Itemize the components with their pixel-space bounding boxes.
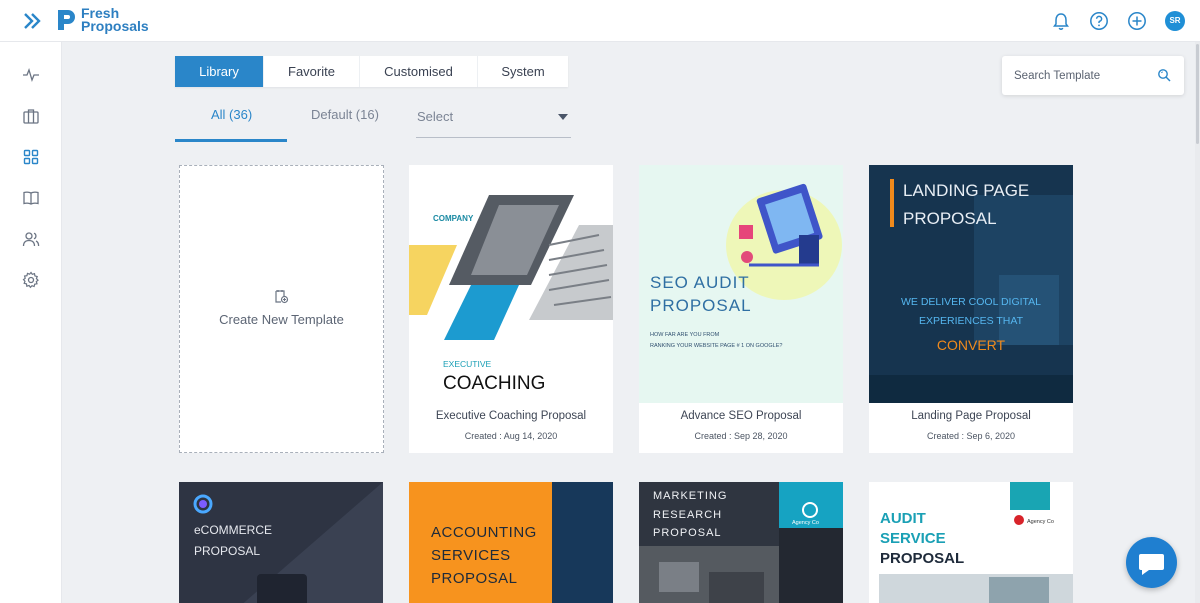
template-card-executive-coaching[interactable]: COMPANY EXECUTIVE COACHING Executive Coa…: [409, 165, 613, 453]
thumb-line-3: PROPOSAL: [880, 550, 965, 567]
expand-sidebar-icon[interactable]: [22, 11, 42, 31]
thumb-line-2: PROPOSAL: [903, 209, 997, 228]
users-icon[interactable]: [22, 230, 40, 248]
select-value: Select: [417, 109, 454, 124]
filter-active-underline: [175, 139, 287, 142]
grid-icon[interactable]: [22, 148, 40, 166]
filter-all[interactable]: All (36): [211, 107, 252, 122]
book-icon[interactable]: [22, 189, 40, 207]
thumb-title: COACHING: [443, 373, 546, 394]
tab-system[interactable]: System: [478, 56, 568, 87]
create-template-card[interactable]: Create New Template: [179, 165, 384, 453]
template-date: Created : Sep 28, 2020: [694, 431, 788, 441]
template-card-audit-service[interactable]: AUDIT SERVICE PROPOSAL Agency Co: [869, 482, 1073, 603]
template-card-accounting[interactable]: ACCOUNTING SERVICES PROPOSAL: [409, 482, 613, 603]
thumb-line-2: SERVICES: [431, 547, 511, 564]
thumb-line-1: AUDIT: [880, 510, 926, 527]
briefcase-icon[interactable]: [22, 107, 40, 125]
add-icon[interactable]: [1127, 11, 1147, 31]
logo-mark-icon: [58, 10, 75, 30]
category-select[interactable]: Select: [416, 106, 571, 138]
thumb-line-2: PROPOSAL: [650, 296, 752, 315]
sidebar: [0, 42, 62, 603]
template-name: Executive Coaching Proposal: [435, 410, 587, 422]
thumb-kicker: EXECUTIVE: [443, 359, 492, 369]
thumb-line-2: SERVICE: [880, 530, 946, 547]
avatar[interactable]: SR: [1165, 11, 1185, 31]
logo-line-2: Proposals: [81, 18, 149, 34]
caret-down-icon: [558, 114, 568, 120]
thumb-line-1: ACCOUNTING: [431, 524, 537, 541]
chat-icon: [1139, 554, 1164, 575]
logo-text: Fresh Proposals: [81, 6, 149, 34]
template-thumbnail: SEO AUDIT PROPOSAL HOW FAR ARE YOU FROM …: [639, 165, 843, 403]
bell-icon[interactable]: [1051, 11, 1071, 31]
thumb-line-1: eCOMMERCE: [194, 523, 273, 537]
template-thumbnail: COMPANY EXECUTIVE COACHING: [409, 165, 613, 403]
chat-button[interactable]: [1126, 537, 1177, 588]
thumb-tag-2: EXPERIENCES THAT: [918, 315, 1024, 327]
template-card-ecommerce[interactable]: eCOMMERCE PROPOSAL: [179, 482, 383, 603]
settings-icon[interactable]: [22, 271, 40, 289]
thumb-line-1: SEO AUDIT: [650, 273, 750, 292]
search-input[interactable]: [1014, 66, 1154, 86]
library-tabs: Library Favorite Customised System: [175, 56, 568, 87]
thumb-line-2: RESEARCH: [653, 509, 723, 521]
tab-favorite[interactable]: Favorite: [264, 56, 360, 87]
template-date: Created : Sep 6, 2020: [926, 431, 1016, 441]
thumb-line-3: PROPOSAL: [653, 527, 722, 539]
activity-icon[interactable]: [22, 66, 40, 84]
thumbnail-art: [409, 165, 613, 403]
filter-default[interactable]: Default (16): [311, 107, 379, 122]
tab-customised[interactable]: Customised: [360, 56, 478, 87]
thumb-line-3: PROPOSAL: [431, 570, 518, 587]
thumb-tag-1: WE DELIVER COOL DIGITAL: [900, 296, 1042, 308]
thumb-line-1: LANDING PAGE: [903, 181, 1030, 200]
template-card-landing-page[interactable]: LANDING PAGE PROPOSAL WE DELIVER COOL DI…: [869, 165, 1073, 453]
search-icon[interactable]: [1157, 68, 1171, 82]
thumb-sub-1: HOW FAR ARE YOU FROM: [650, 332, 720, 338]
new-document-icon: [275, 290, 289, 304]
thumb-sub-2: RANKING YOUR WEBSITE PAGE # 1 ON GOOGLE?: [650, 343, 783, 349]
top-bar: Fresh Proposals SR: [0, 0, 1200, 42]
thumb-tag-3: CONVERT: [936, 337, 1006, 353]
thumb-line-1: MARKETING: [653, 490, 728, 502]
thumb-line-2: PROPOSAL: [194, 544, 261, 558]
thumbnail-art: [179, 482, 383, 603]
help-icon[interactable]: [1089, 11, 1109, 31]
template-thumbnail: LANDING PAGE PROPOSAL WE DELIVER COOL DI…: [869, 165, 1073, 403]
logo[interactable]: Fresh Proposals: [54, 6, 154, 35]
thumb-badge: Agency Co: [792, 520, 819, 526]
template-card-advance-seo[interactable]: SEO AUDIT PROPOSAL HOW FAR ARE YOU FROM …: [639, 165, 843, 453]
template-date: Created : Aug 14, 2020: [464, 431, 558, 441]
template-name: Advance SEO Proposal: [680, 410, 802, 422]
thumb-brand: Agency Co: [1027, 519, 1054, 525]
tab-library[interactable]: Library: [175, 56, 264, 87]
thumb-company: COMPANY: [433, 214, 474, 223]
template-name: Landing Page Proposal: [911, 410, 1031, 422]
create-template-label: Create New Template: [219, 312, 344, 327]
template-card-marketing-research[interactable]: MARKETING RESEARCH PROPOSAL Agency Co: [639, 482, 843, 603]
scrollbar-thumb[interactable]: [1196, 44, 1199, 144]
